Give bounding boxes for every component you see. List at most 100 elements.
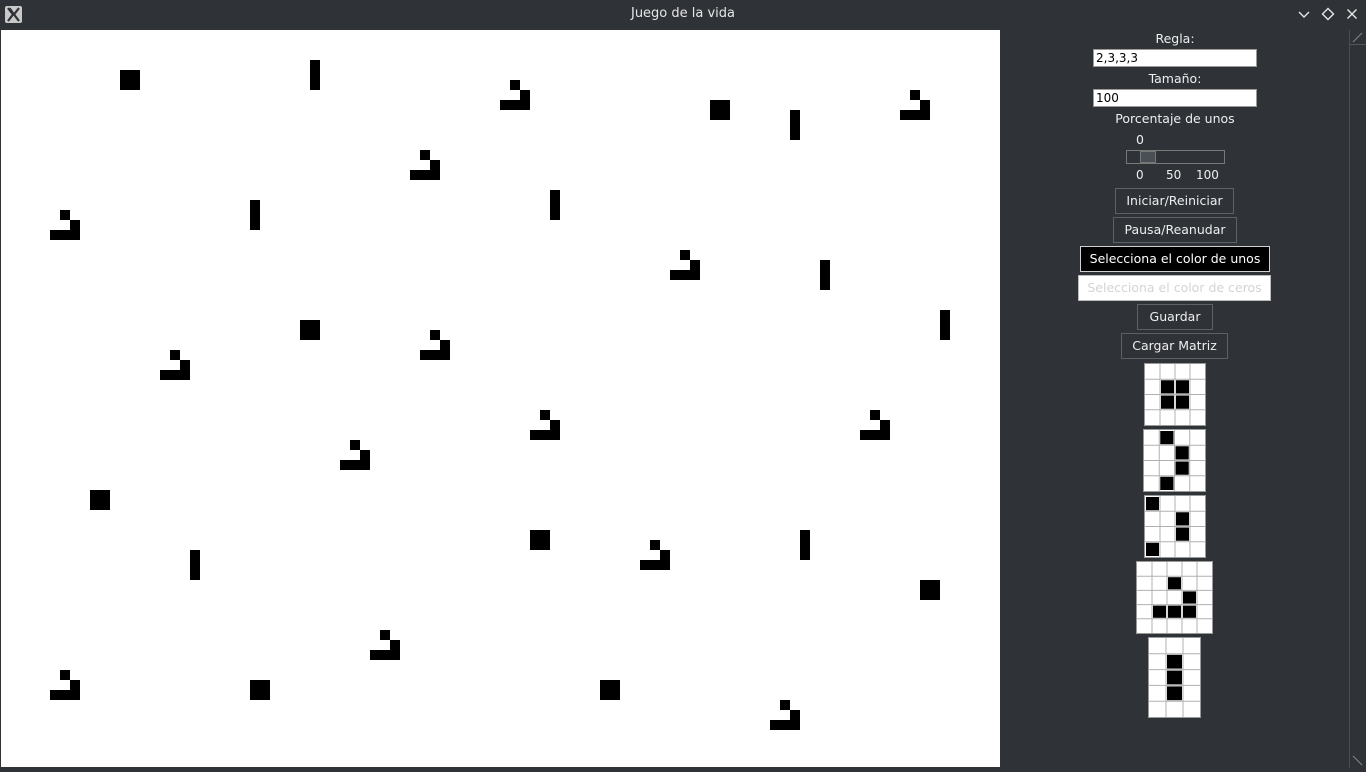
live-cell (420, 350, 430, 360)
live-cell (60, 230, 70, 240)
live-cell (190, 570, 200, 580)
live-cell (930, 590, 940, 600)
preview-cell (1146, 542, 1159, 556)
live-cell (100, 500, 110, 510)
live-cell (190, 550, 200, 560)
live-cell (720, 110, 730, 120)
live-cell (430, 170, 440, 180)
rule-input[interactable]: 2,3,3,3 (1093, 49, 1257, 67)
live-cell (780, 720, 790, 730)
save-button[interactable]: Guardar (1137, 304, 1213, 330)
live-cell (180, 370, 190, 380)
title-bar: Juego de la vida (0, 0, 1366, 29)
live-cell (60, 210, 70, 220)
live-cell (910, 90, 920, 100)
live-cell (360, 450, 370, 460)
live-cell (790, 120, 800, 130)
live-cell (190, 560, 200, 570)
percent-value: 0 (1136, 132, 1144, 147)
live-cell (550, 420, 560, 430)
slider-tick-0: 0 (1136, 168, 1144, 182)
live-cell (340, 460, 350, 470)
live-cell (710, 110, 720, 120)
live-cell (940, 330, 950, 340)
preview-cell (1176, 395, 1189, 409)
preview-cell (1167, 654, 1182, 669)
live-cell (790, 710, 800, 720)
live-cell (650, 560, 660, 570)
live-cell (350, 460, 360, 470)
rule-label: Regla: (1155, 31, 1195, 46)
preview-cell (1175, 461, 1189, 475)
percent-slider-handle[interactable] (1140, 151, 1156, 163)
live-cell (310, 320, 320, 330)
window-title: Juego de la vida (630, 6, 736, 21)
live-cell (930, 580, 940, 590)
preview-cell (1160, 431, 1174, 445)
live-cell (130, 80, 140, 90)
live-cell (610, 680, 620, 690)
live-cell (70, 690, 80, 700)
live-cell (550, 190, 560, 200)
preview-cell (1176, 527, 1189, 541)
live-cell (550, 210, 560, 220)
live-cell (660, 550, 670, 560)
live-cell (800, 540, 810, 550)
live-cell (600, 690, 610, 700)
live-cell (530, 530, 540, 540)
pattern-block-preview[interactable] (1144, 363, 1206, 426)
live-cell (260, 690, 270, 700)
vertical-scrollbar[interactable] (1349, 30, 1366, 768)
close-icon[interactable] (1343, 5, 1361, 23)
live-cell (90, 490, 100, 500)
live-cell (920, 590, 930, 600)
live-cell (380, 630, 390, 640)
slider-tick-50: 50 (1166, 168, 1182, 182)
load-matrix-button[interactable]: Cargar Matriz (1121, 333, 1228, 359)
preview-cell (1168, 577, 1181, 590)
live-cell (250, 200, 260, 210)
live-cell (880, 430, 890, 440)
live-cell (720, 100, 730, 110)
live-cell (870, 410, 880, 420)
pattern-3-preview[interactable] (1144, 495, 1206, 558)
zeros-color-button[interactable]: Selecciona el color de ceros (1078, 275, 1271, 301)
live-cell (250, 680, 260, 690)
pattern-blinker-preview[interactable] (1148, 637, 1201, 718)
game-board[interactable] (1, 30, 1000, 767)
control-panel: Regla: 2,3,3,3 Tamaño: 100 Porcentaje de… (1001, 30, 1349, 768)
preview-cell (1161, 395, 1174, 409)
live-cell (440, 350, 450, 360)
live-cell (670, 270, 680, 280)
preview-cell (1176, 380, 1189, 394)
live-cell (520, 100, 530, 110)
pattern-glider-vertical-preview[interactable] (1143, 429, 1206, 492)
live-cell (390, 650, 400, 660)
live-cell (360, 460, 370, 470)
maximize-icon[interactable] (1319, 5, 1337, 23)
live-cell (70, 680, 80, 690)
ones-color-button[interactable]: Selecciona el color de unos (1080, 246, 1270, 272)
preview-cell (1176, 512, 1189, 526)
live-cell (540, 430, 550, 440)
live-cell (350, 440, 360, 450)
live-cell (790, 110, 800, 120)
live-cell (690, 270, 700, 280)
start-restart-button[interactable]: Iniciar/Reiniciar (1115, 188, 1234, 214)
live-cell (160, 370, 170, 380)
live-cell (260, 680, 270, 690)
minimize-icon[interactable] (1295, 5, 1313, 23)
pause-resume-button[interactable]: Pausa/Reanudar (1113, 217, 1237, 243)
live-cell (120, 70, 130, 80)
preview-cell (1153, 605, 1166, 618)
preview-cell (1183, 591, 1196, 604)
live-cell (540, 530, 550, 540)
size-input[interactable]: 100 (1093, 89, 1257, 107)
live-cell (820, 270, 830, 280)
live-cell (310, 60, 320, 70)
pattern-glider-preview[interactable] (1136, 561, 1213, 634)
live-cell (680, 270, 690, 280)
live-cell (170, 350, 180, 360)
preview-cell (1168, 605, 1181, 618)
live-cell (910, 110, 920, 120)
